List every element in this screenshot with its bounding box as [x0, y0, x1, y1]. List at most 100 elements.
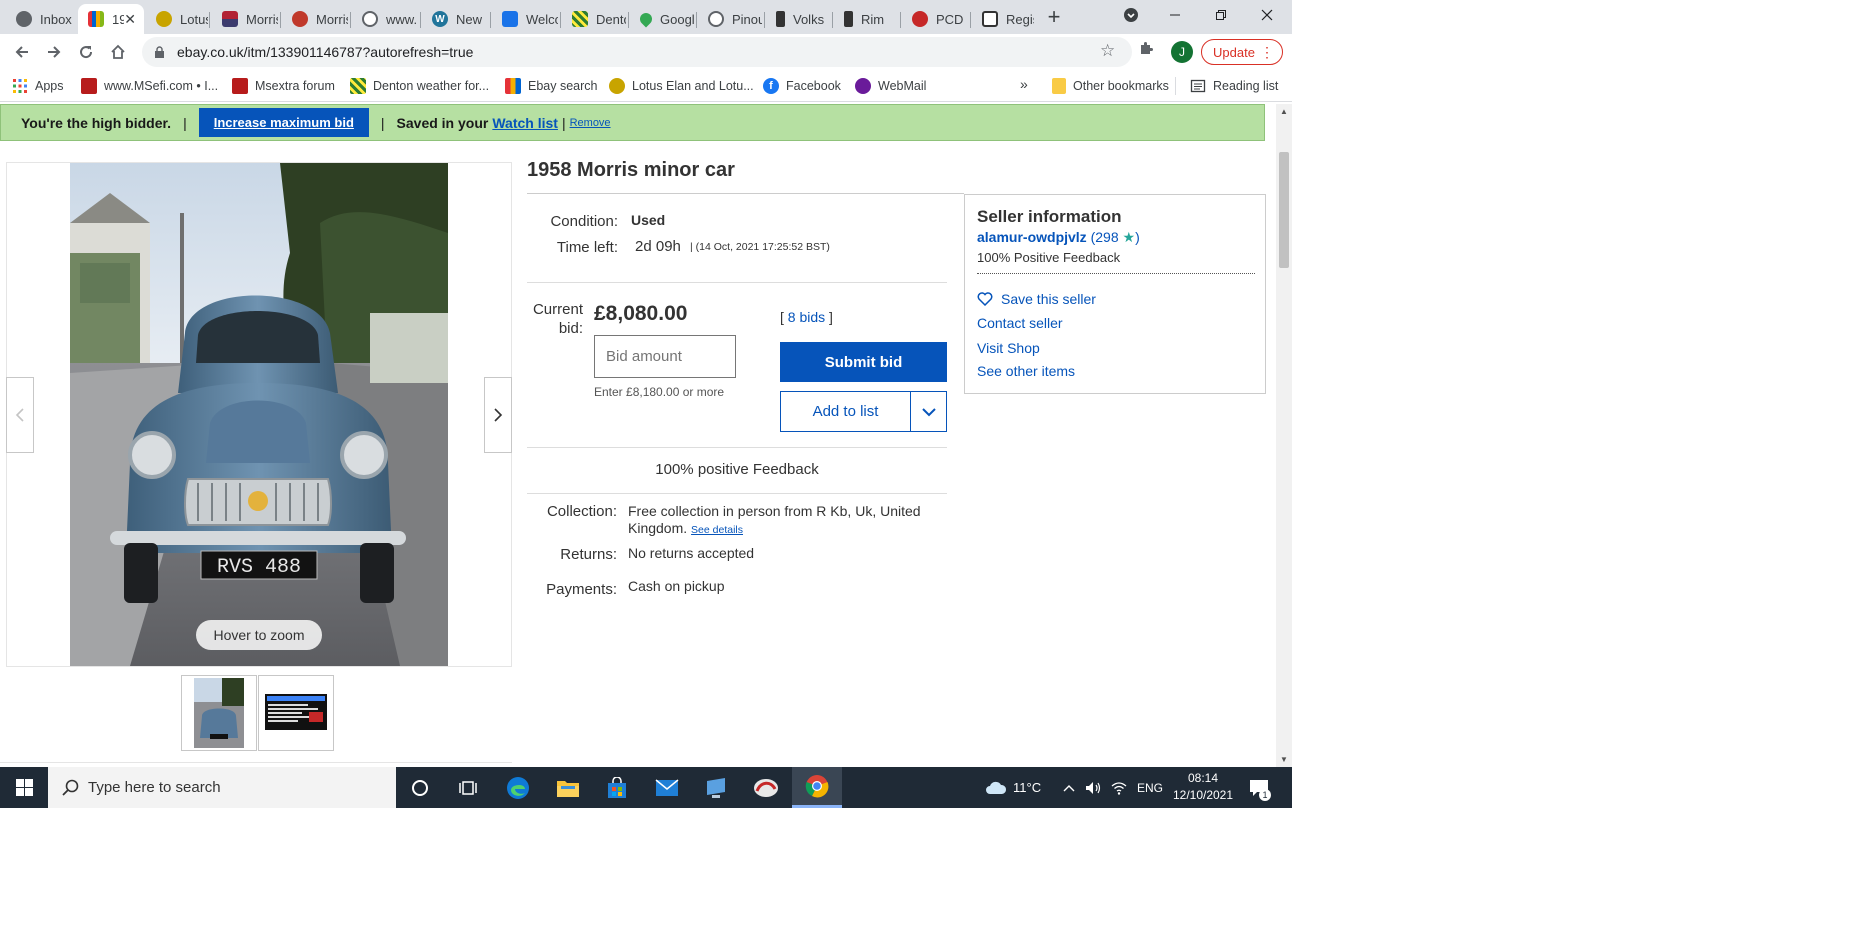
tab-9[interactable]: Google — [630, 4, 694, 34]
thumbnail-1[interactable] — [181, 675, 257, 751]
bookmarks-overflow-button[interactable]: » — [1020, 76, 1028, 92]
gallery-next-button[interactable] — [484, 377, 512, 453]
bookmark-webmail[interactable]: WebMail — [855, 77, 926, 95]
add-to-list-dropdown[interactable] — [910, 391, 947, 432]
scroll-up-icon[interactable]: ▲ — [1280, 107, 1288, 116]
close-tab-icon[interactable]: ✕ — [124, 11, 136, 28]
task-view-icon — [459, 780, 477, 795]
show-hidden-icons[interactable] — [1063, 767, 1075, 808]
bookmark-ebay-search[interactable]: Ebay search — [505, 77, 597, 95]
see-other-items-link[interactable]: See other items — [977, 363, 1075, 379]
app-button-red[interactable] — [742, 767, 790, 808]
saved-in-text: Saved in your — [396, 114, 489, 131]
tab-10[interactable]: Pinout — [698, 4, 762, 34]
reload-button[interactable] — [72, 38, 100, 66]
network-button[interactable] — [1111, 767, 1127, 808]
positive-feedback-summary: 100% positive Feedback — [655, 461, 819, 478]
facebook-icon: f — [763, 78, 779, 94]
submit-bid-button[interactable]: Submit bid — [780, 342, 947, 382]
tab-search-button[interactable] — [1108, 0, 1154, 30]
watch-list-link[interactable]: Watch list — [492, 115, 558, 131]
edge-button[interactable] — [494, 767, 542, 808]
update-label: Update — [1213, 44, 1255, 60]
new-tab-button[interactable]: + — [1040, 4, 1068, 30]
tab-separator — [832, 12, 833, 28]
tab-11[interactable]: Volks — [766, 4, 830, 34]
reading-list[interactable]: Reading list — [1190, 77, 1278, 95]
cortana-button[interactable] — [396, 767, 444, 808]
tab-6[interactable]: W New — [422, 4, 488, 34]
back-button[interactable] — [8, 38, 36, 66]
store-bag-icon — [608, 776, 626, 798]
language-indicator[interactable]: ENG — [1137, 767, 1163, 808]
mail-app-button[interactable] — [643, 767, 691, 808]
task-view-button[interactable] — [444, 767, 492, 808]
bookmark-star-icon[interactable]: ☆ — [1100, 41, 1115, 61]
save-seller-link[interactable]: Save this seller — [977, 291, 1096, 307]
other-bookmarks[interactable]: Other bookmarks — [1052, 77, 1169, 95]
seller-score[interactable]: 298 — [1095, 229, 1118, 245]
clock[interactable]: 08:14 12/10/2021 — [1171, 770, 1235, 804]
profile-avatar[interactable]: J — [1171, 41, 1193, 63]
tab-14[interactable]: Register — [972, 4, 1034, 34]
close-window-button[interactable] — [1244, 0, 1290, 30]
notifications-button[interactable]: 1 — [1248, 767, 1271, 808]
weather-widget[interactable]: 11°C — [985, 767, 1041, 808]
bookmark-label: Ebay search — [528, 79, 598, 93]
calendar-icon — [982, 11, 998, 27]
bids-link[interactable]: 8 bids — [788, 309, 825, 325]
tab-separator — [900, 12, 901, 28]
volume-button[interactable] — [1085, 767, 1103, 808]
remove-link[interactable]: Remove — [570, 117, 611, 129]
page-scrollbar[interactable]: ▲ ▼ — [1276, 104, 1292, 767]
add-to-list-button[interactable]: Add to list — [780, 391, 911, 432]
tab-12[interactable]: Rim — [834, 4, 898, 34]
thumbnail-2[interactable] — [258, 675, 334, 751]
visit-shop-link[interactable]: Visit Shop — [977, 340, 1040, 356]
time-left-label: Time left: — [556, 239, 618, 256]
chrome-icon — [805, 775, 829, 798]
forward-button[interactable] — [40, 38, 68, 66]
extensions-puzzle-icon[interactable] — [1138, 41, 1154, 61]
tab-4[interactable]: Morris — [282, 4, 348, 34]
bookmark-label: Reading list — [1213, 79, 1279, 93]
address-bar[interactable]: ebay.co.uk/itm/133901146787?autorefresh=… — [142, 37, 1132, 67]
bookmark-lotus-elan[interactable]: Lotus Elan and Lotu... — [609, 77, 754, 95]
bookmark-facebook[interactable]: f Facebook — [763, 77, 841, 95]
contact-seller-link[interactable]: Contact seller — [977, 315, 1063, 331]
tab-2[interactable]: Lotus — [146, 4, 208, 34]
tab-3[interactable]: Morris — [212, 4, 278, 34]
start-button[interactable] — [0, 767, 48, 808]
tab-13[interactable]: PCD — [902, 4, 968, 34]
main-car-photo[interactable]: RVS 488 — [70, 163, 448, 666]
update-button[interactable]: Update ⋮ — [1201, 39, 1283, 65]
bid-amount-input[interactable] — [594, 335, 736, 378]
gallery-prev-button[interactable] — [6, 377, 34, 453]
see-details-link[interactable]: See details — [691, 524, 743, 536]
bookmark-denton-weather[interactable]: Denton weather for... — [350, 77, 489, 95]
chrome-button[interactable] — [792, 767, 842, 808]
increase-max-bid-button[interactable]: Increase maximum bid — [198, 108, 369, 137]
taskbar-search-box[interactable]: Type here to search — [48, 767, 396, 808]
tab-8[interactable]: Denton — [562, 4, 626, 34]
restore-button[interactable] — [1198, 0, 1244, 30]
home-button[interactable] — [104, 38, 132, 66]
bookmark-apps[interactable]: Apps — [12, 77, 64, 95]
app-button-blue[interactable] — [692, 767, 740, 808]
store-button[interactable] — [593, 767, 641, 808]
tab-5[interactable]: www. — [352, 4, 418, 34]
tab-7[interactable]: Welcome — [492, 4, 558, 34]
bookmark-msefi[interactable]: www.MSefi.com • I... — [81, 77, 218, 95]
seller-name-link[interactable]: alamur-owdpjvlz — [977, 229, 1087, 245]
minimize-icon — [1170, 14, 1180, 16]
scroll-down-icon[interactable]: ▼ — [1280, 755, 1288, 764]
minimize-button[interactable] — [1152, 0, 1198, 30]
bookmark-msextra[interactable]: Msextra forum — [232, 77, 335, 95]
chevron-left-icon — [15, 408, 24, 422]
tab-1-active[interactable]: 1958 ✕ — [78, 4, 144, 34]
notification-count: 1 — [1259, 789, 1271, 801]
file-explorer-button[interactable] — [544, 767, 592, 808]
scroll-thumb[interactable] — [1279, 152, 1289, 268]
forward-arrow-icon — [48, 46, 61, 58]
tab-0[interactable]: Inbox — [6, 4, 76, 34]
